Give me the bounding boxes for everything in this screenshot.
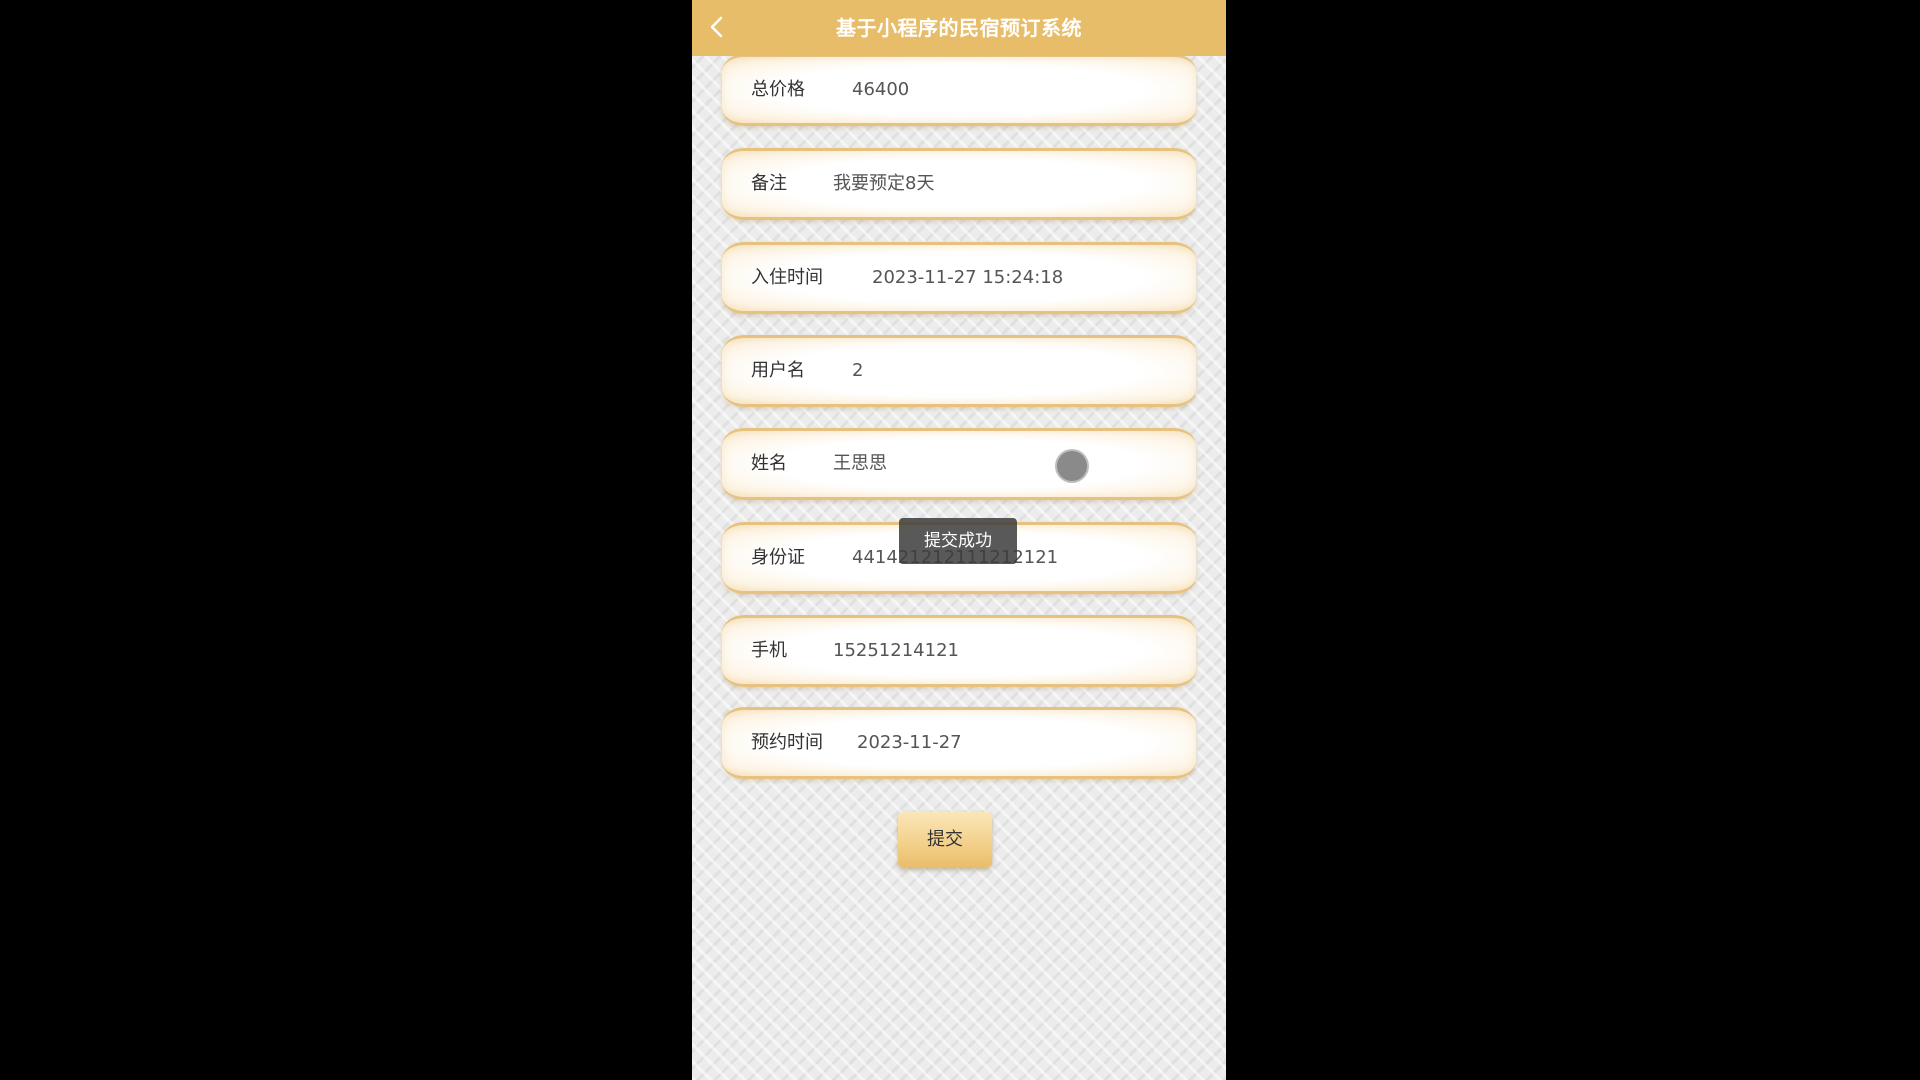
field-label: 预约时间 <box>751 732 823 753</box>
field-username[interactable]: 用户名 2 <box>722 335 1196 407</box>
touch-indicator <box>1057 451 1087 481</box>
field-reservation-time[interactable]: 预约时间 2023-11-27 <box>722 707 1196 779</box>
field-total-price[interactable]: 总价格 46400 <box>722 54 1196 126</box>
navigation-bar: 基于小程序的民宿预订系统 <box>692 0 1226 56</box>
field-label: 身份证 <box>751 547 805 568</box>
field-label: 姓名 <box>751 453 787 474</box>
name-input[interactable]: 王思思 <box>833 431 887 497</box>
field-label: 总价格 <box>751 79 805 100</box>
submit-button[interactable]: 提交 <box>898 812 992 868</box>
field-phone[interactable]: 手机 15251214121 <box>722 615 1196 687</box>
field-label: 手机 <box>751 640 787 661</box>
success-toast: 提交成功 <box>899 518 1017 564</box>
total-price-input[interactable]: 46400 <box>852 57 909 123</box>
mini-program-screen: 基于小程序的民宿预订系统 总价格 46400 备注 我要预定8天 入住时间 20… <box>692 0 1226 1080</box>
field-remark[interactable]: 备注 我要预定8天 <box>722 148 1196 220</box>
field-checkin-time[interactable]: 入住时间 2023-11-27 15:24:18 <box>722 242 1196 314</box>
reservation-time-input[interactable]: 2023-11-27 <box>857 710 962 776</box>
field-name[interactable]: 姓名 王思思 <box>722 428 1196 500</box>
field-label: 备注 <box>751 173 787 194</box>
page-title: 基于小程序的民宿预订系统 <box>836 16 1082 40</box>
checkin-time-input[interactable]: 2023-11-27 15:24:18 <box>872 245 1063 311</box>
username-input[interactable]: 2 <box>852 338 863 404</box>
phone-input[interactable]: 15251214121 <box>833 618 959 684</box>
remark-input[interactable]: 我要预定8天 <box>833 151 934 217</box>
field-label: 入住时间 <box>751 267 823 288</box>
field-label: 用户名 <box>751 360 805 381</box>
